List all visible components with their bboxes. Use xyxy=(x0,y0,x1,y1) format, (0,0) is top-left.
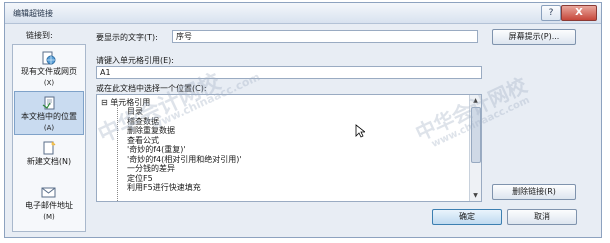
sidebar-item-key: (A) xyxy=(43,124,55,132)
cancel-button[interactable]: 取消 xyxy=(507,209,577,225)
sidebar-item-label: 电子邮件地址 xyxy=(25,201,73,210)
sidebar-item-key: (X) xyxy=(43,79,55,87)
tree-item[interactable]: 查看公式 xyxy=(127,136,242,146)
mouse-cursor-icon xyxy=(355,124,365,138)
ok-button[interactable]: 确定 xyxy=(432,209,502,225)
sidebar-item-label: 现有文件或网页 xyxy=(21,67,77,76)
new-doc-icon xyxy=(43,141,56,155)
email-icon xyxy=(41,187,56,198)
tree-item[interactable]: 利用F5进行快速填充 xyxy=(127,183,242,193)
collapse-toggle-icon[interactable]: ⊟ xyxy=(101,98,108,107)
globe-doc-icon xyxy=(42,51,56,65)
title-bar: 编辑超链接 ? X xyxy=(5,3,601,24)
sidebar-item-email-address[interactable]: 电子邮件地址 (M) xyxy=(14,181,84,225)
cell-reference-input[interactable]: A1 xyxy=(96,66,482,79)
tree-item[interactable]: '奇妙的f4(相对引用和绝对引用)' xyxy=(127,155,242,165)
sidebar-item-place-in-document[interactable]: 本文档中的位置 (A) xyxy=(14,91,84,135)
link-type-sidebar: 现有文件或网页 (X) 本文档中的位置 (A) 新建文档(N) 电子邮件地址 (… xyxy=(12,44,86,232)
link-to-label: 链接到: xyxy=(26,31,53,40)
screentip-button[interactable]: 屏幕提示(P)... xyxy=(492,29,576,45)
help-button[interactable]: ? xyxy=(541,5,561,21)
tree-item[interactable]: '奇妙的f4(重复)' xyxy=(127,145,242,155)
dialog-title: 编辑超链接 xyxy=(13,9,53,18)
close-button[interactable]: X xyxy=(561,5,597,21)
display-text-label: 要显示的文字(T): xyxy=(96,33,158,42)
tree-item[interactable]: 一分钱的差异 xyxy=(127,164,242,174)
tree-item[interactable]: 定位F5 xyxy=(127,174,242,184)
sidebar-item-new-document[interactable]: 新建文档(N) xyxy=(14,137,84,181)
doc-place-icon xyxy=(42,96,55,110)
sidebar-item-label: 新建文档(N) xyxy=(26,157,72,166)
display-text-input[interactable]: 序号 xyxy=(172,30,478,43)
remove-link-button[interactable]: 删除链接(R) xyxy=(492,184,576,200)
sidebar-item-label: 本文档中的位置 xyxy=(21,112,77,121)
sidebar-item-key: (M) xyxy=(43,213,55,221)
scroll-down-icon[interactable]: ▼ xyxy=(471,191,480,200)
sidebar-item-existing-file[interactable]: 现有文件或网页 (X) xyxy=(14,47,84,91)
cell-reference-label: 请键入单元格引用(E): xyxy=(96,56,174,65)
